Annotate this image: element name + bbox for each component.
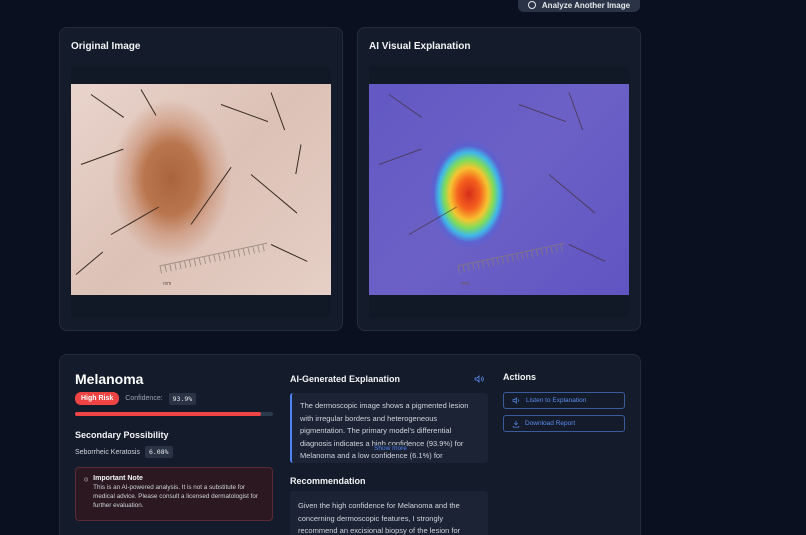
confidence-bar xyxy=(75,412,273,416)
scale-ruler xyxy=(457,242,567,274)
speaker-icon xyxy=(512,397,520,404)
actions-title: Actions xyxy=(503,372,537,382)
confidence-row: High Risk Confidence: 93.9% xyxy=(75,392,197,405)
confidence-label: Confidence: xyxy=(125,395,163,402)
explanation-text: The dermoscopic image shows a pigmented … xyxy=(300,401,469,460)
diagnosis-title: Melanoma xyxy=(75,371,144,387)
show-more-link[interactable]: Show more xyxy=(374,445,407,452)
confidence-bar-fill xyxy=(75,412,261,416)
original-image-title: Original Image xyxy=(71,41,141,52)
recommendation-title: Recommendation xyxy=(290,476,366,486)
visual-explanation-title: AI Visual Explanation xyxy=(369,41,471,52)
listen-button[interactable]: Listen to Explanation xyxy=(503,392,625,409)
scale-ruler xyxy=(159,242,269,274)
refresh-icon xyxy=(527,1,536,9)
secondary-title: Secondary Possibility xyxy=(75,430,169,440)
recommendation-text: Given the high confidence for Melanoma a… xyxy=(298,501,461,535)
secondary-name: Seborrheic Keratosis xyxy=(75,448,140,456)
listen-label: Listen to Explanation xyxy=(526,397,587,404)
visual-explanation-frame: mm xyxy=(369,66,629,318)
ai-explanation-title: AI-Generated Explanation xyxy=(290,374,401,384)
secondary-row: Seborrheic Keratosis 6.08% xyxy=(75,446,173,458)
ruler-label: mm xyxy=(163,281,172,287)
visual-explanation-card: AI Visual Explanation mm xyxy=(357,27,641,331)
download-icon xyxy=(512,420,520,428)
original-lesion-image: mm xyxy=(71,84,331,295)
recommendation-box: Given the high confidence for Melanoma a… xyxy=(290,491,488,535)
analyze-another-label: Analyze Another Image xyxy=(541,0,631,10)
speaker-icon[interactable] xyxy=(474,375,484,383)
risk-badge: High Risk xyxy=(75,392,120,405)
secondary-value: 6.08% xyxy=(144,446,173,458)
download-label: Download Report xyxy=(525,420,576,427)
note-title: Important Note xyxy=(93,475,143,482)
important-note: Important Note This is an AI-powered ana… xyxy=(75,467,273,521)
original-image-card: Original Image mm xyxy=(59,27,343,331)
explanation-box: The dermoscopic image shows a pigmented … xyxy=(290,393,488,463)
download-report-button[interactable]: Download Report xyxy=(503,415,625,432)
note-text: This is an AI-powered analysis. It is no… xyxy=(93,484,259,509)
heatmap-image: mm xyxy=(369,84,629,295)
results-card: Melanoma High Risk Confidence: 93.9% Sec… xyxy=(59,354,641,535)
info-icon xyxy=(84,477,89,482)
original-image-frame: mm xyxy=(71,66,331,318)
analyze-another-button[interactable]: Analyze Another Image xyxy=(518,0,640,12)
ruler-label: mm xyxy=(461,281,470,287)
confidence-value: 93.9% xyxy=(168,392,197,405)
